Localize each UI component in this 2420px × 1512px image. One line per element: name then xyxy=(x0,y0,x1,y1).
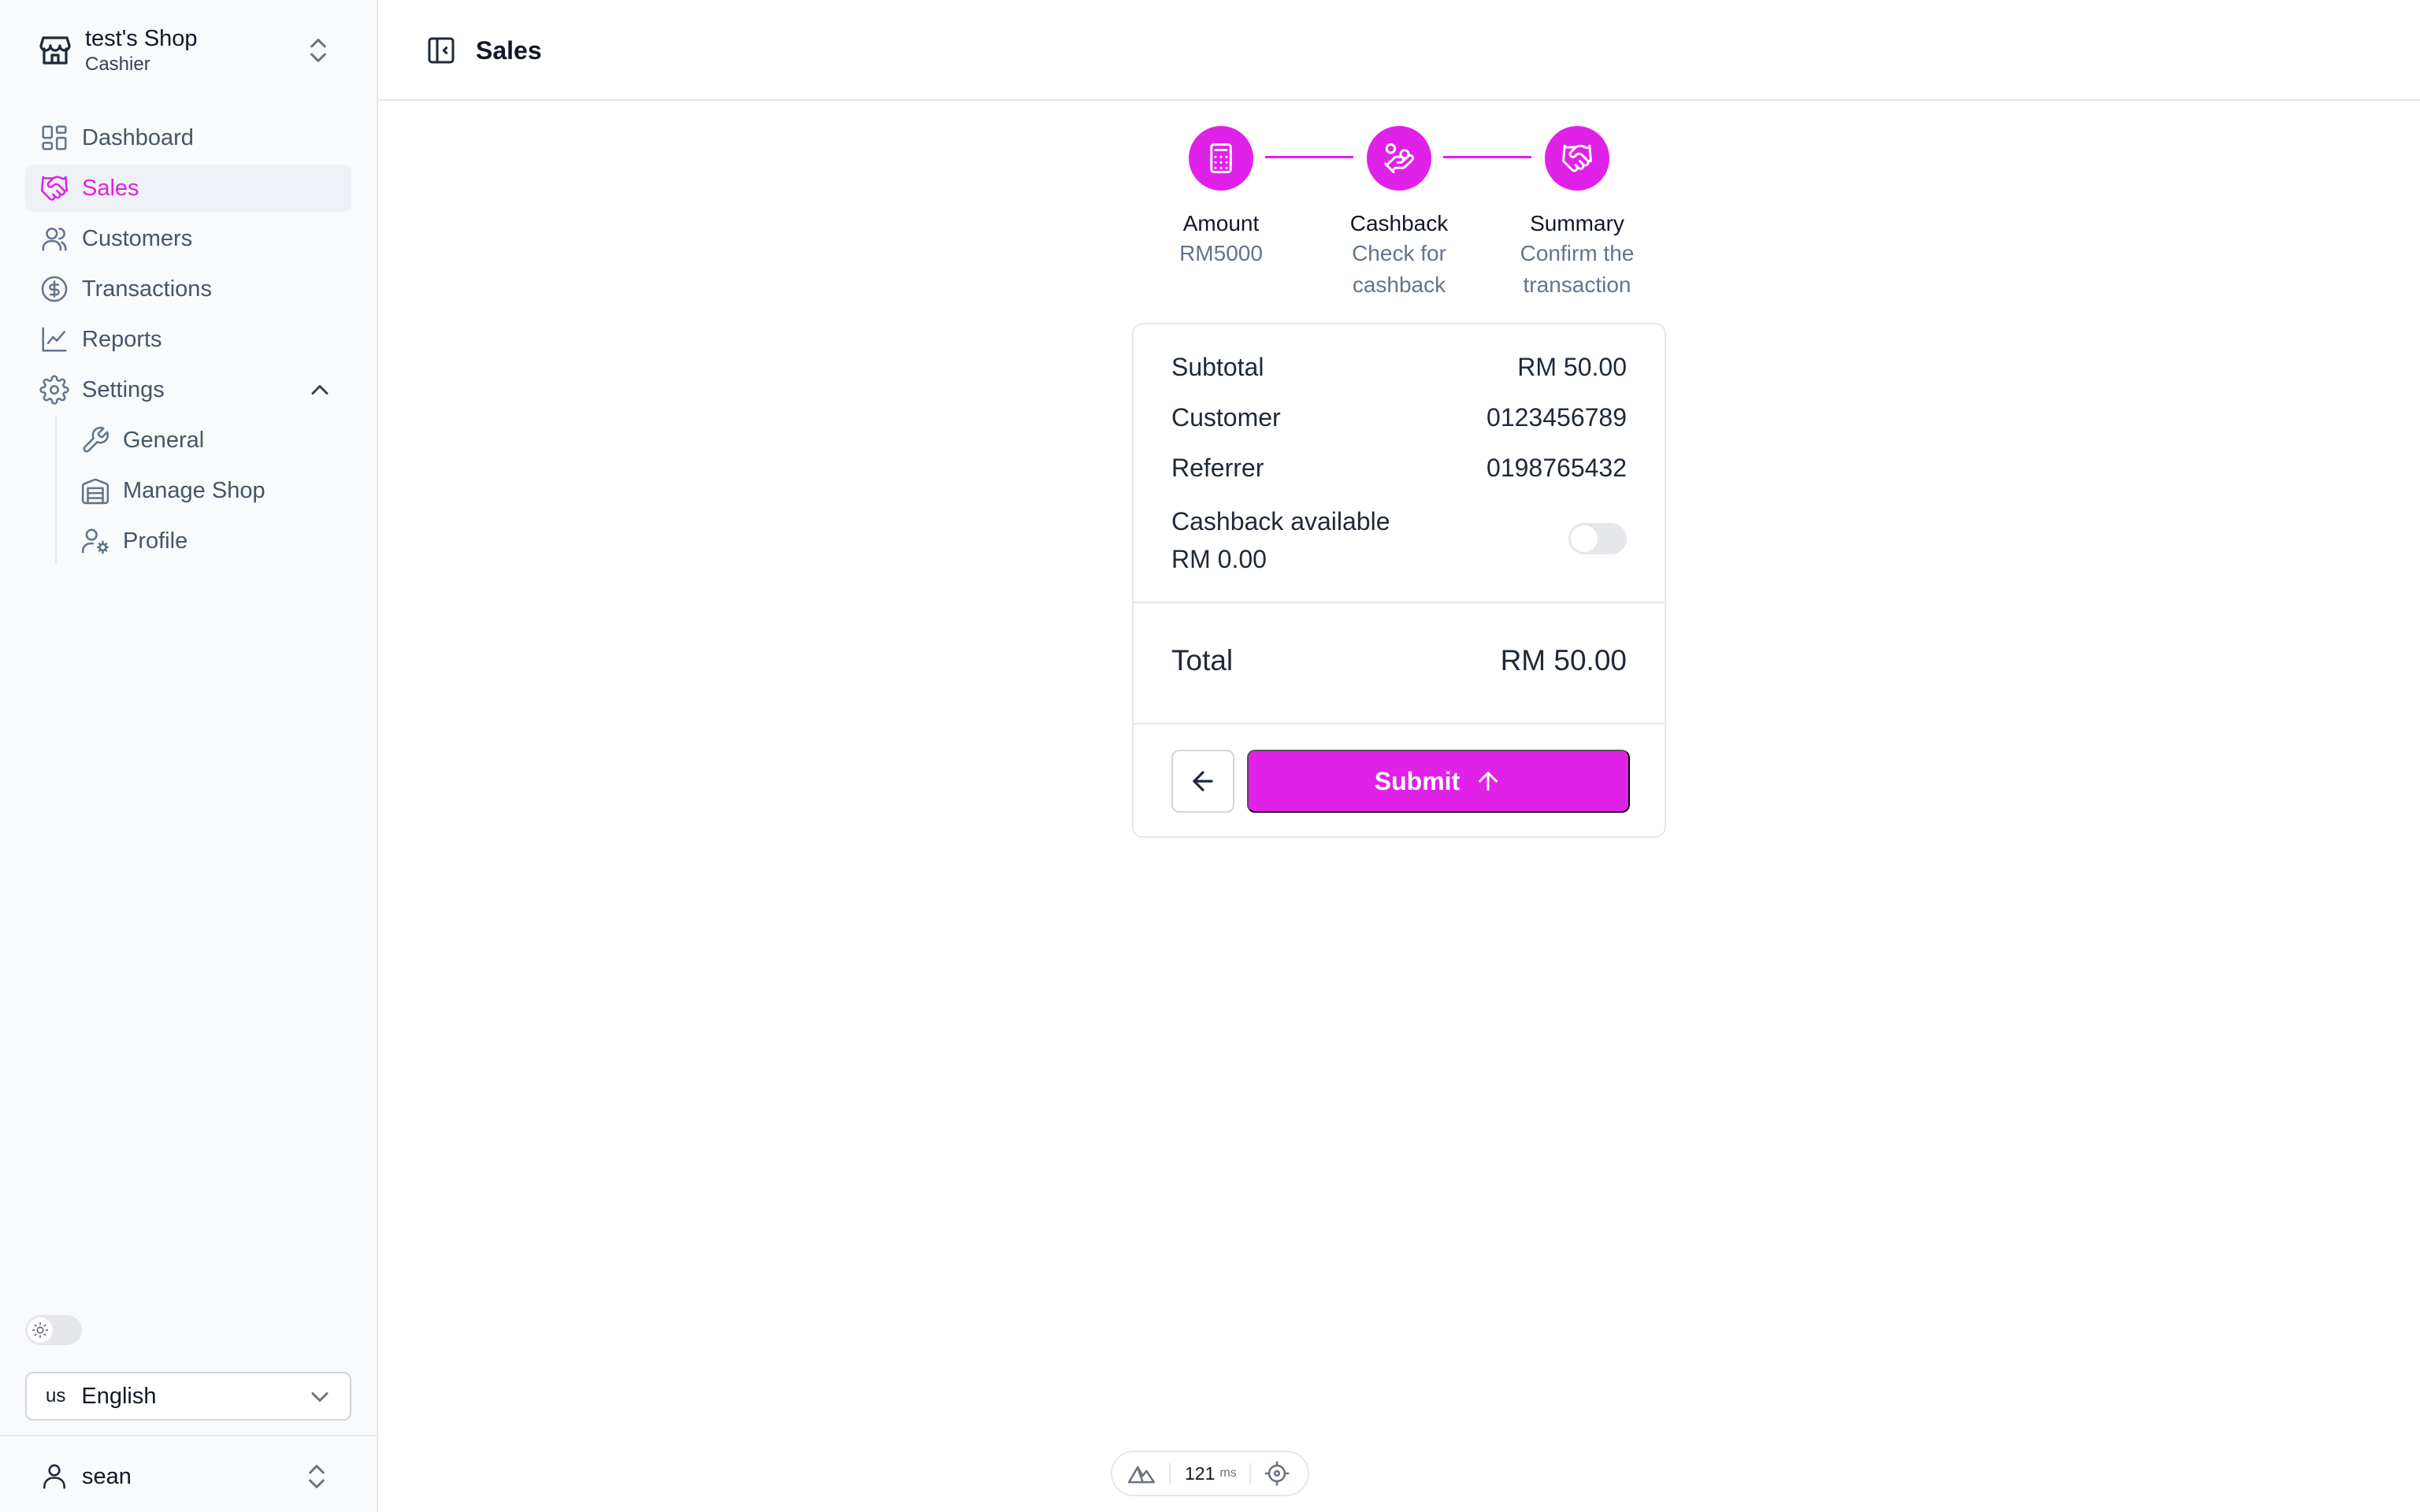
summary-card: Subtotal RM 50.00 Customer 0123456789 Re… xyxy=(1132,323,1666,838)
total-value: RM 50.00 xyxy=(1500,644,1627,676)
panel-left-toggle-icon[interactable] xyxy=(425,35,457,66)
mountain-icon[interactable] xyxy=(1126,1458,1156,1488)
divider xyxy=(1134,723,1665,724)
subtotal-label: Subtotal xyxy=(1171,353,1264,381)
shop-role: Cashier xyxy=(85,54,150,75)
step-title: Summary xyxy=(1530,211,1624,235)
users-icon xyxy=(42,228,67,251)
language-code: us xyxy=(46,1385,66,1406)
line-chart-icon xyxy=(42,327,67,352)
handshake-icon xyxy=(40,176,69,201)
crosshair-icon[interactable] xyxy=(1264,1460,1290,1487)
settings-subnav: General Manage Shop Profile xyxy=(55,417,351,565)
sidebar-item-label: Settings xyxy=(82,376,165,402)
calculator-icon xyxy=(1210,143,1232,173)
submit-button[interactable]: Submit xyxy=(1247,750,1630,813)
referrer-value: 0198765432 xyxy=(1487,454,1627,482)
referrer-label: Referrer xyxy=(1171,454,1264,482)
separator xyxy=(1169,1463,1171,1484)
subtotal-value: RM 50.00 xyxy=(1517,353,1627,381)
gear-icon xyxy=(39,375,69,405)
sidebar-item-transactions[interactable]: Transactions xyxy=(25,265,351,313)
dashboard-icon xyxy=(42,125,67,150)
step-title: Cashback xyxy=(1349,211,1449,235)
step-description: Confirm the transaction xyxy=(1520,241,1635,297)
step-circle xyxy=(1367,126,1431,191)
chevron-down-icon xyxy=(311,1392,328,1402)
sidebar-item-dashboard[interactable]: Dashboard xyxy=(25,114,351,161)
step-description: RM5000 xyxy=(1179,241,1263,265)
chevron-up-icon xyxy=(311,385,328,395)
sidebar-item-customers[interactable]: Customers xyxy=(25,215,351,262)
total-label: Total xyxy=(1171,644,1234,676)
sidebar-item-label: Profile xyxy=(123,528,188,554)
warehouse-icon xyxy=(81,478,109,505)
chevrons-up-down-icon xyxy=(309,1465,325,1488)
back-button[interactable] xyxy=(1171,750,1234,813)
sidebar-item-label: Dashboard xyxy=(82,124,194,150)
hand-coins-icon xyxy=(1384,143,1415,173)
sidebar-item-label: Customers xyxy=(82,225,193,251)
step-cashback[interactable]: Cashback Check for cashback xyxy=(1320,126,1478,301)
sidebar-item-reports[interactable]: Reports xyxy=(25,316,351,363)
arrow-up-icon xyxy=(1479,772,1498,791)
step-amount[interactable]: Amount RM5000 xyxy=(1142,126,1300,269)
sidebar-item-general[interactable]: General xyxy=(66,417,351,464)
cashback-toggle[interactable] xyxy=(1568,523,1627,554)
cashback-info: Cashback available RM 0.00 xyxy=(1171,502,1390,578)
cashback-value: RM 0.00 xyxy=(1171,545,1267,573)
user-icon xyxy=(43,1464,65,1489)
page-title: Sales xyxy=(476,36,542,65)
language-name: English xyxy=(81,1383,157,1409)
sidebar-item-label: Sales xyxy=(82,175,139,201)
step-description: Check for cashback xyxy=(1352,241,1446,297)
sidebar-item-label: Reports xyxy=(82,326,162,352)
step-circle xyxy=(1189,126,1253,191)
sidebar-item-profile[interactable]: Profile xyxy=(66,517,351,565)
customer-label: Customer xyxy=(1171,403,1281,432)
top-bar: Sales xyxy=(378,0,2420,101)
user-footer: sean xyxy=(0,1435,377,1512)
sidebar-item-label: Manage Shop xyxy=(123,477,265,503)
sidebar: test's Shop Cashier Dashboard Sales Cust… xyxy=(0,0,378,1512)
sidebar-item-label: General xyxy=(123,427,205,453)
separator xyxy=(1249,1463,1251,1484)
sidebar-item-settings[interactable]: Settings xyxy=(25,366,351,413)
total-row: Total RM 50.00 xyxy=(1171,644,1627,677)
subtotal-row: Subtotal RM 50.00 xyxy=(1171,353,1627,382)
theme-toggle-knob xyxy=(28,1317,53,1343)
theme-toggle[interactable] xyxy=(25,1315,82,1345)
step-summary[interactable]: Summary Confirm the transaction xyxy=(1498,126,1656,301)
user-name: sean xyxy=(82,1463,132,1489)
sidebar-item-label: Transactions xyxy=(82,276,212,302)
cashback-label: Cashback available xyxy=(1171,507,1390,536)
referrer-row: Referrer 0198765432 xyxy=(1171,454,1627,483)
dollar-circle-icon xyxy=(41,276,68,302)
store-icon xyxy=(39,36,71,65)
sun-icon xyxy=(32,1321,49,1339)
customer-value: 0123456789 xyxy=(1487,403,1627,432)
handshake-icon xyxy=(1562,144,1592,172)
divider xyxy=(1134,602,1665,603)
cashback-toggle-knob xyxy=(1571,525,1598,552)
wrench-icon xyxy=(83,426,109,453)
step-circle xyxy=(1545,126,1609,191)
user-cog-icon xyxy=(81,528,109,554)
shop-name: test's Shop xyxy=(85,26,198,51)
perf-value: 121 xyxy=(1185,1462,1216,1484)
sidebar-item-manage-shop[interactable]: Manage Shop xyxy=(66,467,351,514)
user-menu[interactable]: sean xyxy=(25,1457,351,1496)
customer-row: Customer 0123456789 xyxy=(1171,403,1627,432)
perf-unit: ms xyxy=(1219,1466,1237,1480)
sidebar-item-sales[interactable]: Sales xyxy=(25,165,351,212)
arrow-left-icon xyxy=(1193,771,1213,791)
shop-switcher[interactable]: test's Shop Cashier xyxy=(25,20,353,80)
chevrons-up-down-icon xyxy=(310,39,326,62)
language-select[interactable]: us English xyxy=(25,1372,351,1421)
stepper: Amount RM5000 Cashback Check for cashbac… xyxy=(1134,126,1686,307)
perf-indicator: 121 ms xyxy=(1111,1451,1309,1496)
step-title: Amount xyxy=(1182,211,1260,235)
submit-label: Submit xyxy=(1374,766,1461,795)
sidebar-nav: Dashboard Sales Customers Transactions R… xyxy=(25,114,351,568)
